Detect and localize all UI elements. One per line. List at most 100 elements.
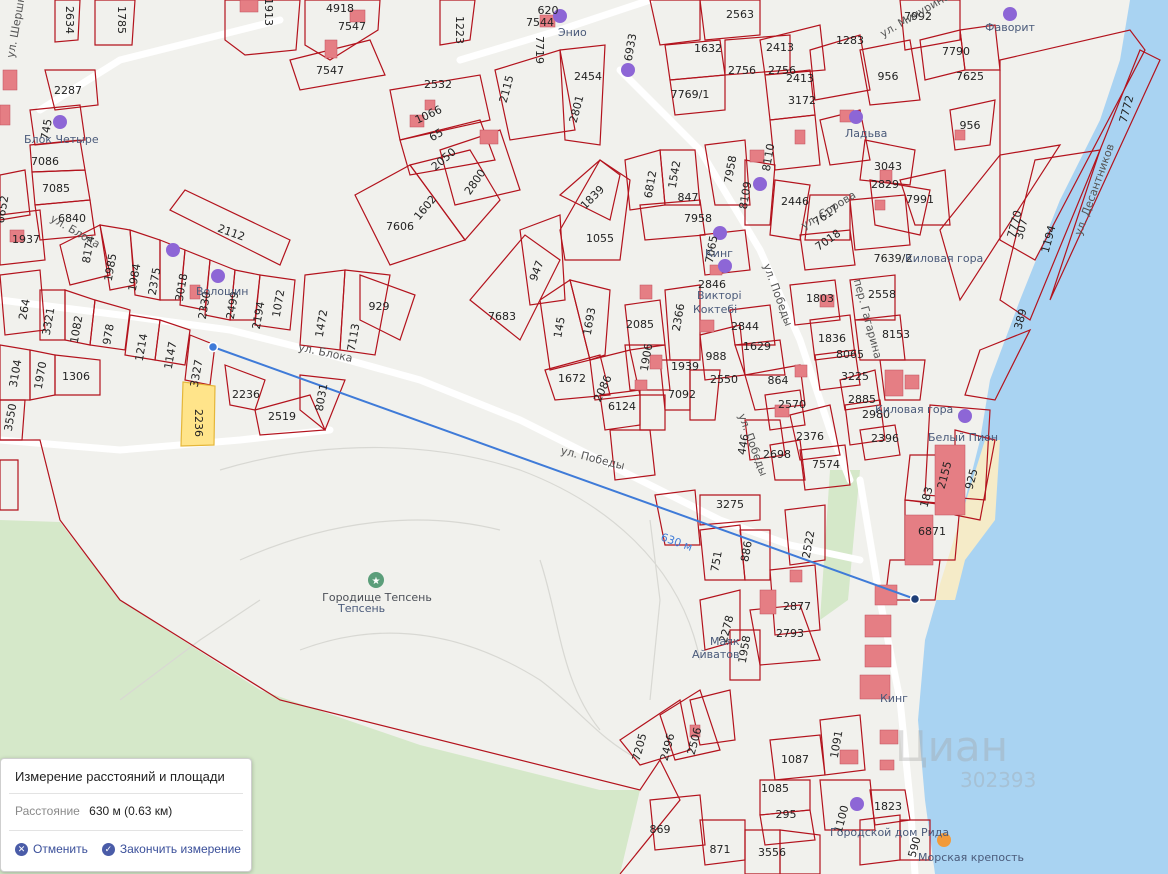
highlighted-plot-label: 2236 (192, 409, 205, 437)
poi-icon[interactable] (621, 63, 635, 77)
star-glyph: ★ (372, 576, 381, 587)
plot-number: 6124 (608, 400, 636, 413)
poi-icon[interactable] (211, 269, 225, 283)
poi-icon[interactable] (849, 110, 863, 124)
plot-number: 2413 (786, 72, 814, 85)
measure-panel-title: Измерение расстояний и площади (15, 769, 225, 784)
place-label: Киловая гора (875, 403, 953, 416)
place-label: Коктебі (693, 303, 737, 316)
poi-icon[interactable] (1003, 7, 1017, 21)
finish-label: Закончить измерение (119, 842, 241, 856)
plot-number: 1836 (818, 332, 846, 345)
plot-number: 3275 (716, 498, 744, 511)
poi-icon[interactable] (850, 797, 864, 811)
plot-number: 956 (878, 70, 899, 83)
place-label: Киловая гора (905, 252, 983, 265)
plot-number: 2698 (763, 448, 791, 461)
plot-number: 3043 (874, 160, 902, 173)
plot-number: 2446 (781, 195, 809, 208)
plot-number: 7086 (31, 155, 59, 168)
plot-number: 1087 (781, 753, 809, 766)
plot-number: 7547 (338, 20, 366, 33)
plot-number: 1913 (262, 0, 275, 26)
place-label: Фаворит (985, 21, 1036, 34)
poi-icon[interactable] (718, 259, 732, 273)
plot-number: 7544 (526, 16, 554, 29)
plot-number: 295 (776, 808, 797, 821)
plot-number: 2550 (710, 373, 738, 386)
watermark-number: 302393 (960, 768, 1037, 792)
plot-number: 6871 (918, 525, 946, 538)
check-icon: ✓ (101, 842, 115, 856)
plot-number: 7719 (533, 36, 546, 64)
plot-number: 1283 (836, 34, 864, 47)
plot-number: 3172 (788, 94, 816, 107)
measure-panel: Измерение расстояний и площади Расстояни… (0, 758, 252, 872)
parcel[interactable] (859, 814, 901, 866)
plot-number: 3225 (841, 370, 869, 383)
plot-number: 7092 (668, 388, 696, 401)
plot-number: 2793 (776, 627, 804, 640)
plot-number: 2413 (766, 41, 794, 54)
poi-icon[interactable] (53, 115, 67, 129)
plot-number: 871 (710, 843, 731, 856)
plot-number: 2396 (871, 432, 899, 445)
close-icon: ✕ (15, 842, 28, 856)
place-label: Морская крепость (918, 851, 1024, 864)
plot-number: 2085 (626, 318, 654, 331)
parcel[interactable] (94, 0, 136, 46)
plot-number: 2844 (731, 320, 759, 333)
plot-number: 2454 (574, 70, 602, 83)
plot-number: 2532 (424, 78, 452, 91)
measure-end-point[interactable] (909, 593, 921, 605)
plot-number: 7547 (316, 64, 344, 77)
plot-number: 3556 (758, 846, 786, 859)
parcel[interactable] (559, 44, 606, 146)
plot-number: 7769/1 (671, 88, 710, 101)
plot-number: 847 (678, 191, 699, 204)
plot-number: 620 (538, 4, 559, 17)
plot-number: 2756 (728, 64, 756, 77)
cancel-button[interactable]: ✕ Отменить (15, 842, 88, 856)
plot-number: 2877 (783, 600, 811, 613)
poi-icon[interactable] (753, 177, 767, 191)
distance-value: 630 м (0.63 км) (89, 804, 173, 818)
plot-number: 929 (369, 300, 390, 313)
plot-number: 2570 (778, 398, 806, 411)
plot-number: 7606 (386, 220, 414, 233)
plot-number: 7991 (906, 193, 934, 206)
plot-number: 1629 (743, 340, 771, 353)
place-label: Кинг (880, 692, 908, 705)
parcel[interactable] (639, 394, 666, 431)
plot-number: 1306 (62, 370, 90, 383)
place-label: Энио (558, 26, 587, 39)
divider (9, 793, 243, 794)
plot-number: 864 (768, 374, 789, 387)
cancel-label: Отменить (33, 842, 88, 856)
divider (9, 830, 243, 831)
place-label: Маяк (710, 635, 740, 648)
plot-number: 1055 (586, 232, 614, 245)
plot-number: 956 (960, 119, 981, 132)
plot-number: 7790 (942, 45, 970, 58)
plot-number: 7085 (42, 182, 70, 195)
plot-number: 1937 (12, 233, 40, 246)
measure-start-point[interactable] (207, 341, 219, 353)
plot-number: 1823 (874, 800, 902, 813)
parcel[interactable] (609, 429, 656, 481)
parcel[interactable] (779, 829, 821, 874)
watermark: Циан (895, 722, 1009, 771)
plot-number: 1672 (558, 372, 586, 385)
finish-measure-button[interactable]: ✓ Закончить измерение (101, 842, 241, 856)
plot-number: 2236 (232, 388, 260, 401)
place-label: Городской дом Рида (830, 826, 949, 839)
plot-number: 2563 (726, 8, 754, 21)
plot-number: 7958 (684, 212, 712, 225)
plot-number: 2287 (54, 84, 82, 97)
plot-number: 1632 (694, 42, 722, 55)
plot-number: 8065 (836, 348, 864, 361)
place-label: Блок Четыре (24, 133, 99, 146)
poi-icon[interactable] (166, 243, 180, 257)
poi-icon[interactable] (958, 409, 972, 423)
parcel[interactable] (0, 459, 19, 511)
